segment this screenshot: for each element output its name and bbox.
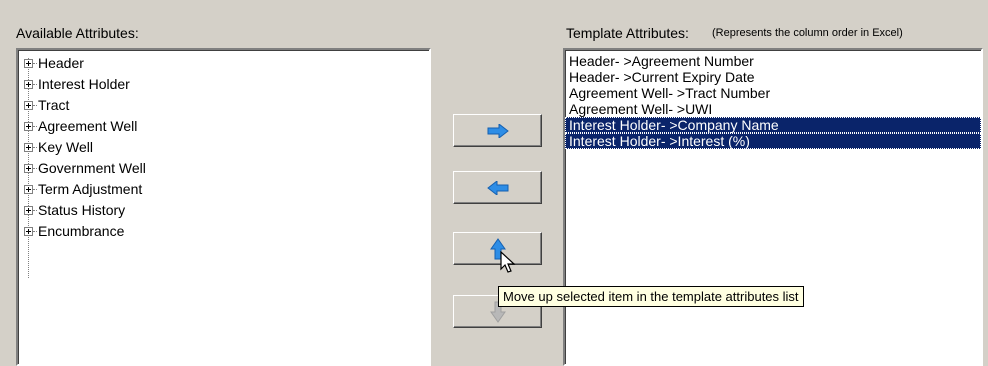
template-list-item[interactable]: Interest Holder- >Company Name	[565, 117, 981, 133]
expand-plus-icon[interactable]	[24, 59, 33, 68]
expand-plus-icon[interactable]	[24, 80, 33, 89]
tree-item-label: Encumbrance	[38, 223, 125, 239]
template-list-item[interactable]: Header- >Current Expiry Date	[565, 69, 981, 85]
tree-dash-line	[33, 126, 37, 127]
tree-item-label: Status History	[38, 202, 126, 218]
template-list-item[interactable]: Agreement Well- >Tract Number	[565, 85, 981, 101]
tree-dash-line	[33, 210, 37, 211]
expand-plus-icon[interactable]	[24, 185, 33, 194]
expand-plus-icon[interactable]	[24, 122, 33, 131]
template-list-item[interactable]: Interest Holder- >Interest (%)	[565, 133, 981, 149]
template-list-item[interactable]: Agreement Well- >UWI	[565, 101, 981, 117]
tree-item[interactable]: Agreement Well	[18, 116, 429, 137]
move-up-button[interactable]	[453, 232, 542, 265]
tree-item[interactable]: Tract	[18, 95, 429, 116]
available-attributes-label: Available Attributes:	[16, 25, 139, 41]
tree-dash-line	[33, 105, 37, 106]
tree-item[interactable]: Status History	[18, 200, 429, 221]
tree-dash-line	[33, 84, 37, 85]
tree-dash-line	[33, 168, 37, 169]
tree-item[interactable]: Key Well	[18, 137, 429, 158]
tree-item[interactable]: Term Adjustment	[18, 179, 429, 200]
tree-dash-line	[33, 189, 37, 190]
add-attribute-button[interactable]	[453, 114, 542, 147]
available-attributes-tree[interactable]: Header Interest Holder Tract Agreement Well…	[16, 48, 431, 366]
tree-dash-line	[33, 231, 37, 232]
tree-dash-line	[33, 63, 37, 64]
tree-item-label: Term Adjustment	[38, 181, 143, 197]
mouse-cursor-icon	[500, 251, 516, 273]
expand-plus-icon[interactable]	[24, 164, 33, 173]
tree-item-label: Interest Holder	[38, 76, 130, 92]
tree-item-label: Key Well	[38, 139, 93, 155]
tree-item-label: Header	[38, 55, 84, 71]
tree-item-label: Agreement Well	[38, 118, 138, 134]
move-up-tooltip: Move up selected item in the template at…	[498, 286, 804, 307]
tree-item[interactable]: Government Well	[18, 158, 429, 179]
template-attributes-label: Template Attributes:	[566, 25, 689, 41]
arrow-left-icon	[486, 180, 508, 195]
template-list-item[interactable]: Header- >Agreement Number	[565, 53, 981, 69]
expand-plus-icon[interactable]	[24, 101, 33, 110]
column-order-note: (Represents the column order in Excel)	[712, 27, 903, 39]
expand-plus-icon[interactable]	[24, 206, 33, 215]
tree-item[interactable]: Header	[18, 53, 429, 74]
template-attributes-list[interactable]: Header- >Agreement Number Header- >Curren…	[563, 48, 983, 366]
expand-plus-icon[interactable]	[24, 143, 33, 152]
remove-attribute-button[interactable]	[453, 171, 542, 204]
tree-item-label: Tract	[38, 97, 70, 113]
tree-item[interactable]: Interest Holder	[18, 74, 429, 95]
tree-item-label: Government Well	[38, 160, 146, 176]
tree-dash-line	[33, 147, 37, 148]
tree-item[interactable]: Encumbrance	[18, 221, 429, 242]
expand-plus-icon[interactable]	[24, 227, 33, 236]
arrow-right-icon	[487, 123, 509, 138]
